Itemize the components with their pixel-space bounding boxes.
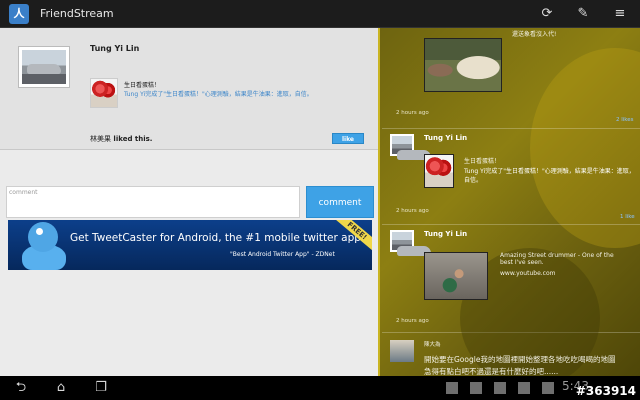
cake-thumbnail[interactable] xyxy=(90,78,118,108)
stream-link[interactable]: www.youtube.com xyxy=(500,270,555,277)
checkbox-icon xyxy=(518,382,530,394)
stream-author[interactable]: Tung Yi Lin xyxy=(424,230,467,238)
sd-card-icon xyxy=(470,382,482,394)
stream-post-subtitle[interactable]: Tung Yi完成了"生日看蛋糕！"心理測驗，結果是牛油果：進取，自信。 xyxy=(464,166,636,184)
ad-headline: Get TweetCaster for Android, the #1 mobi… xyxy=(70,232,361,244)
friendstream-logo-icon[interactable]: 人 xyxy=(9,4,29,24)
author-name[interactable]: Tung Yi Lin xyxy=(90,44,139,53)
stream-item-likes[interactable]: 2 likes xyxy=(616,117,634,123)
menu-icon[interactable]: ≡ xyxy=(609,4,631,24)
screen: 人 FriendStream ⟳ ✎ ≡ Tung Yi Lin 生日看蛋糕！ … xyxy=(0,0,640,400)
author-avatar[interactable] xyxy=(18,46,70,88)
stream-text-line: 開始要在Google我的地圖裡開始整理各地吃吃喝喝的地圖 xyxy=(424,355,616,364)
checkbox-icon xyxy=(542,382,554,394)
cake-thumbnail[interactable] xyxy=(424,154,454,188)
tiger-photo[interactable] xyxy=(424,38,502,92)
home-icon[interactable]: ⌂ xyxy=(48,378,74,398)
liked-by-name[interactable]: 林美果 xyxy=(90,135,111,143)
stream-avatar[interactable] xyxy=(390,134,431,160)
stream-author[interactable]: Tung Yi Lin xyxy=(424,134,467,142)
stream-text-line: 急得有點白吧不過還是有什麼好的吧...... xyxy=(424,367,559,376)
liked-text: liked this. xyxy=(111,135,153,143)
stream-author[interactable]: 陳大為 xyxy=(424,340,441,348)
back-icon[interactable]: ⮌ xyxy=(8,378,34,398)
compose-icon[interactable]: ✎ xyxy=(572,4,594,24)
watermark: #363914 xyxy=(575,384,636,398)
app-title: FriendStream xyxy=(40,7,114,20)
post-detail-pane: Tung Yi Lin 生日看蛋糕！ Tung Yi完成了"生日看蛋糕！"心理測… xyxy=(0,28,378,376)
refresh-icon[interactable]: ⟳ xyxy=(536,4,558,24)
stream-item-time: 2 hours ago xyxy=(396,110,429,116)
stream-avatar[interactable] xyxy=(390,230,431,256)
recent-apps-icon[interactable]: ❐ xyxy=(88,378,114,398)
car-photo xyxy=(392,232,431,256)
action-bar: 人 FriendStream ⟳ ✎ ≡ xyxy=(0,0,640,28)
divider xyxy=(382,332,640,333)
liked-by-line: 林美果 liked this. xyxy=(90,134,152,144)
post-subtitle[interactable]: Tung Yi完成了"生日看蛋糕！"心理測驗，結果是牛油果：進取，自信。 xyxy=(124,89,313,98)
comment-placeholder: comment xyxy=(9,189,38,196)
ad-quote: "Best Android Twitter App" - ZDNet xyxy=(230,251,335,258)
stream-item-time: 2 hours ago xyxy=(396,318,429,324)
stream-item-caption: 還送象看沒入代! xyxy=(512,31,557,38)
car-photo xyxy=(392,136,431,160)
divider xyxy=(382,128,640,129)
twitter-bird-icon xyxy=(28,222,58,252)
ad-banner[interactable]: Get TweetCaster for Android, the #1 mobi… xyxy=(8,220,372,270)
post-card: Tung Yi Lin 生日看蛋糕！ Tung Yi完成了"生日看蛋糕！"心理測… xyxy=(0,28,378,150)
stream-pane[interactable]: 還送象看沒入代! 2 hours ago 2 likes Tung Yi Lin… xyxy=(378,28,640,376)
drummer-video-thumbnail[interactable] xyxy=(424,252,488,300)
stream-item-time: 2 hours ago xyxy=(396,208,429,214)
stream-avatar[interactable] xyxy=(390,340,414,362)
gallery-icon xyxy=(494,382,506,394)
divider xyxy=(382,224,640,225)
car-photo xyxy=(22,50,66,84)
comment-button[interactable]: comment xyxy=(306,186,374,218)
stream-caption: Amazing Street drummer - One of the best… xyxy=(500,252,614,266)
post-title: 生日看蛋糕！ xyxy=(124,82,161,89)
like-button[interactable]: like xyxy=(332,133,364,144)
stream-post-title: 生日看蛋糕！ xyxy=(464,158,501,165)
usb-icon xyxy=(446,382,458,394)
stream-item-likes[interactable]: 1 like xyxy=(620,214,635,220)
comment-input[interactable]: comment xyxy=(6,186,300,218)
navigation-bar: ⮌ ⌂ ❐ 5:43 xyxy=(0,376,640,400)
